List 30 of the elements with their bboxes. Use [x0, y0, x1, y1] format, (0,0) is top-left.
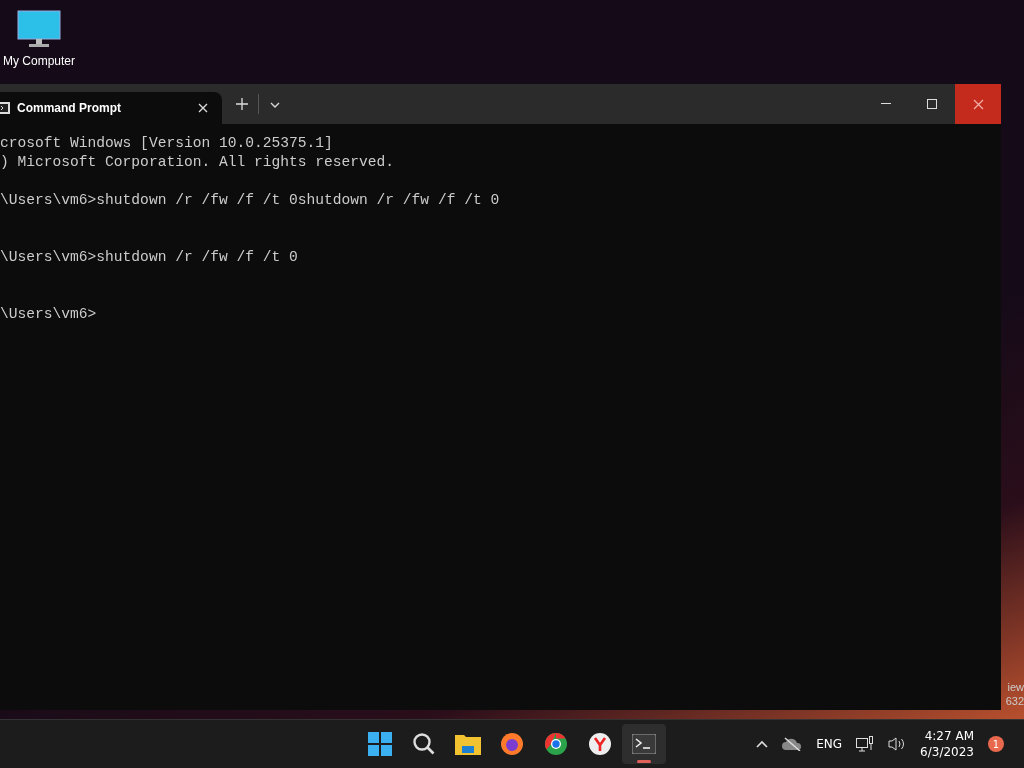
console-line: \Users\vm6>	[0, 305, 98, 324]
language-indicator[interactable]: ENG	[816, 737, 843, 751]
speaker-icon[interactable]	[888, 737, 907, 751]
windows-logo-icon	[368, 732, 392, 756]
chevron-down-icon[interactable]	[270, 102, 280, 108]
clock[interactable]: 4:27 AM 6/3/2023	[920, 728, 974, 760]
watermark-text: 632	[1005, 694, 1024, 708]
chevron-up-icon[interactable]	[756, 740, 769, 748]
fox-globe-icon	[500, 732, 524, 756]
close-icon	[972, 98, 984, 110]
console-line: \Users\vm6>shutdown /r /fw /f /t 0shutdown /r /fw /f /t 0	[0, 191, 501, 210]
search-icon	[412, 732, 436, 756]
console-icon	[0, 102, 10, 114]
console-line: ) Microsoft Corporation. All rights reserved.	[0, 153, 396, 172]
minimize-icon	[881, 103, 891, 105]
desktop-icon-label[interactable]: My Computer	[3, 54, 75, 68]
terminal-tab[interactable]: Command Prompt	[0, 92, 222, 124]
console-line: crosoft Windows [Version 10.0.25375.1]	[0, 134, 334, 153]
terminal-icon	[632, 734, 656, 754]
cloud-off-icon[interactable]	[782, 737, 803, 751]
console-line: \Users\vm6>shutdown /r /fw /f /t 0	[0, 248, 299, 267]
network-icon[interactable]	[856, 736, 875, 752]
maximize-icon	[927, 99, 937, 109]
browser-logo-icon	[544, 732, 568, 756]
monitor-icon[interactable]	[17, 10, 61, 50]
y-letter-icon	[588, 732, 612, 756]
close-icon[interactable]	[198, 103, 208, 113]
folder-icon	[455, 733, 481, 755]
plus-icon[interactable]	[236, 98, 248, 110]
watermark-text: iew	[1007, 680, 1024, 694]
